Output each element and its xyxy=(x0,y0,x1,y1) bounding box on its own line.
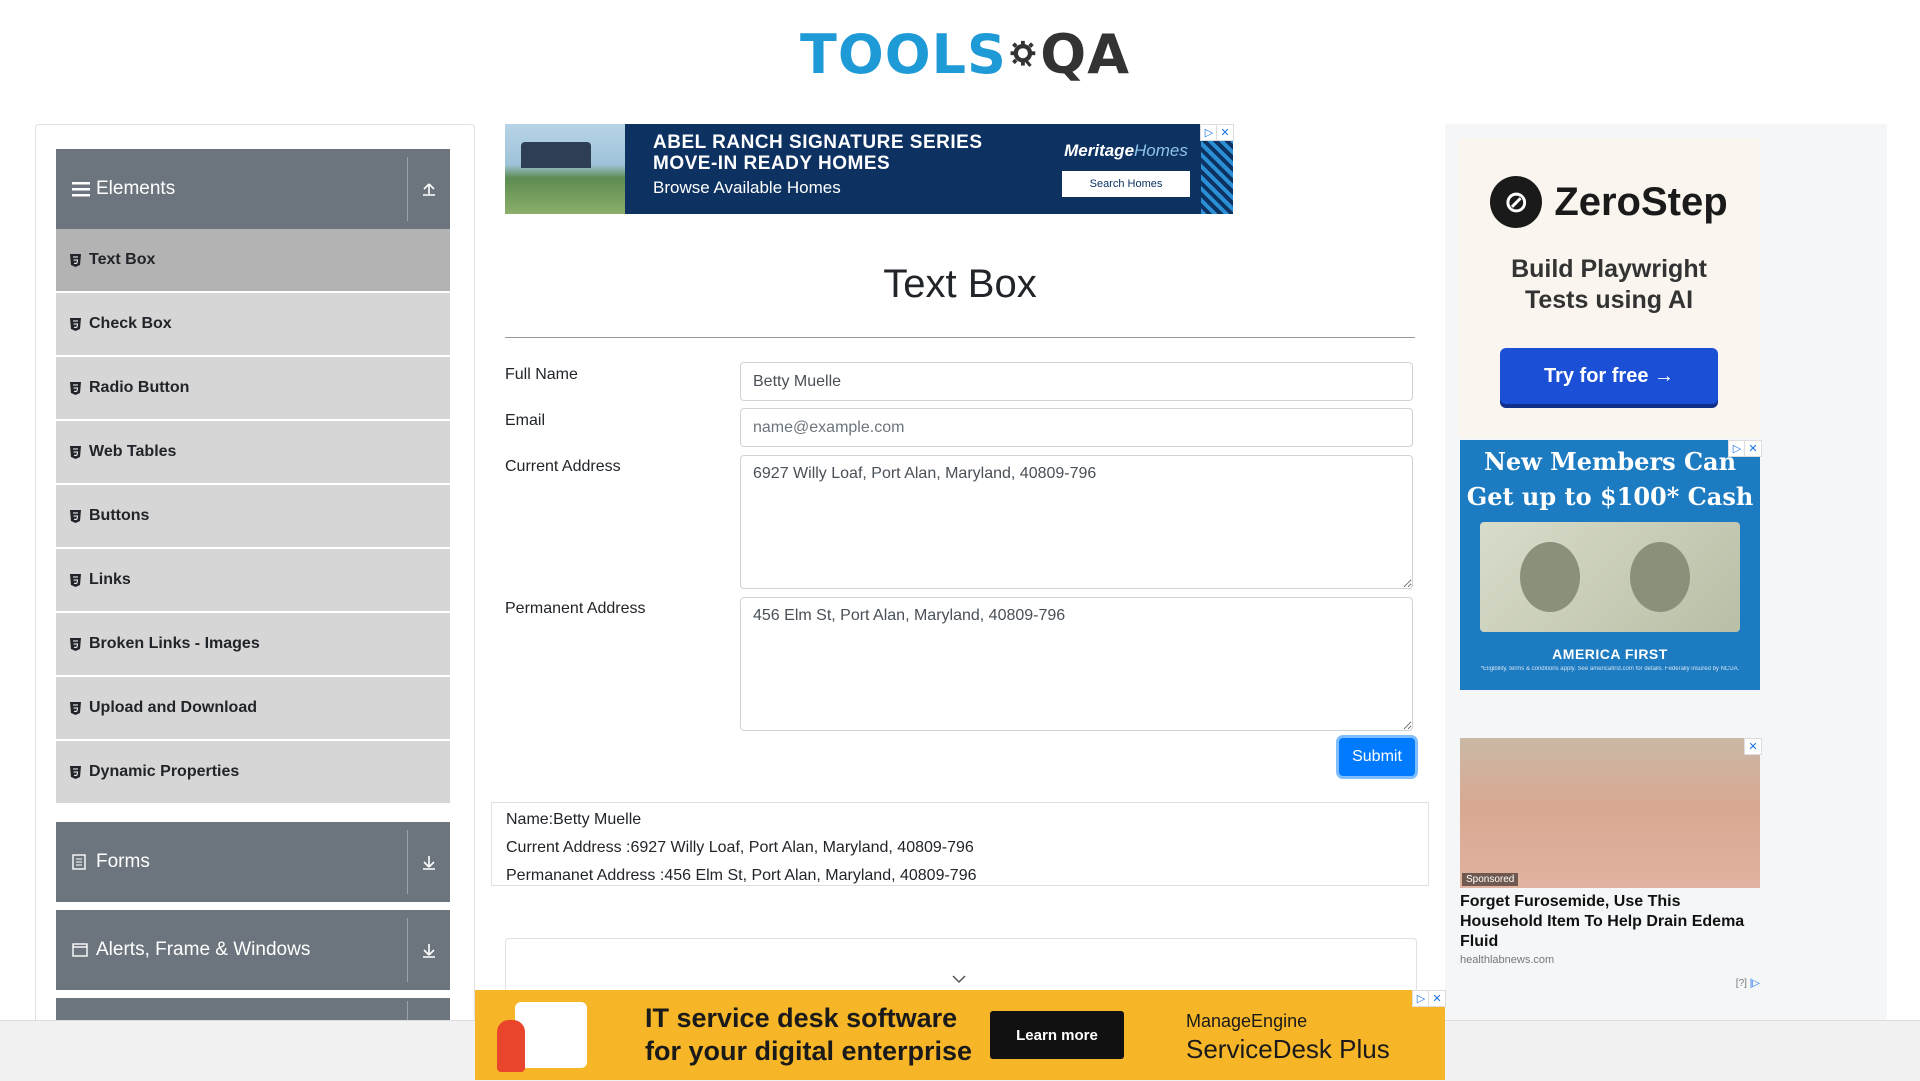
group-header-forms[interactable]: Forms xyxy=(56,822,450,902)
logo-qa-text: QA xyxy=(1040,22,1130,86)
sponsored-label: Sponsored xyxy=(1462,873,1519,886)
permanent-address-textarea[interactable]: 456 Elm St, Port Alan, Maryland, 40809-7… xyxy=(740,597,1413,731)
title-divider xyxy=(505,337,1415,338)
ad-brand: MeritageHomes xyxy=(1064,141,1188,160)
output-permanent-address: Permananet Address :456 Elm St, Port Ala… xyxy=(506,867,977,884)
sidebar-item-text-box[interactable]: Text Box xyxy=(56,229,450,293)
bottom-ad-headline-2: for your digital enterprise xyxy=(645,1036,973,1066)
form-icon xyxy=(72,854,92,870)
hamburger-icon xyxy=(72,181,92,197)
zerostep-tagline-2: Tests using AI xyxy=(1524,286,1694,314)
cu-headline-1: New Members Can xyxy=(1483,447,1737,476)
html5-icon xyxy=(70,253,82,267)
cu-fine-print: *Eligibility, terms & conditions apply. … xyxy=(1480,666,1740,672)
html5-icon xyxy=(70,381,82,395)
bottom-ad-headline-1: IT service desk software xyxy=(645,1003,958,1033)
credit-union-ad[interactable]: New Members Can Get up to $100* Cash AME… xyxy=(1460,440,1760,690)
html5-icon xyxy=(70,765,82,779)
zerostep-ad[interactable]: ⊘ ZeroStep Build Playwright Tests using … xyxy=(1458,138,1760,438)
close-ad-icon[interactable]: ✕ xyxy=(1428,990,1446,1007)
page-title: Text Box xyxy=(883,262,1037,306)
gear-icon xyxy=(1010,40,1036,68)
sidebar-item-broken-links[interactable]: Broken Links - Images xyxy=(56,613,450,677)
html5-icon xyxy=(70,445,82,459)
ad-line-2: MOVE-IN READY HOMES xyxy=(653,153,891,174)
html5-icon xyxy=(70,573,82,587)
output-name: Name:Betty Muelle xyxy=(506,811,642,828)
group-label-alerts: Alerts, Frame & Windows xyxy=(96,939,311,960)
sidebar-item-label: Dynamic Properties xyxy=(89,763,240,780)
sidebar-item-links[interactable]: Links xyxy=(56,549,450,613)
adchoices-icon: |▷ xyxy=(1749,978,1760,989)
sidebar-item-web-tables[interactable]: Web Tables xyxy=(56,421,450,485)
bottom-ad-brand-1: ManageEngine xyxy=(1186,1011,1308,1031)
sidebar-item-label: Buttons xyxy=(89,507,150,524)
bottom-ad-brand-2: ServiceDesk Plus xyxy=(1186,1034,1390,1064)
close-ad-icon[interactable]: ✕ xyxy=(1216,124,1234,141)
left-panel: Elements Text Box Check Box Radio Button… xyxy=(35,124,475,1028)
native-ad-image: Sponsored xyxy=(1460,738,1760,888)
sidebar-item-upload-download[interactable]: Upload and Download xyxy=(56,677,450,741)
try-for-free-button[interactable]: Try for free → xyxy=(1500,348,1718,404)
html5-icon xyxy=(70,701,82,715)
sidebar-item-label: Text Box xyxy=(89,251,156,268)
ad-illustration xyxy=(475,990,605,1080)
ad-photo xyxy=(505,124,625,214)
group-header-alerts[interactable]: Alerts, Frame & Windows xyxy=(56,910,450,990)
logo-tools-text: TOOLS xyxy=(800,22,1007,86)
bottom-ad-banner[interactable]: IT service desk software for your digita… xyxy=(475,990,1445,1080)
cu-brand: AMERICA FIRST xyxy=(1552,646,1668,662)
native-ad[interactable]: Sponsored Forget Furosemide, Use This Ho… xyxy=(1460,738,1760,989)
cu-headline-2: Get up to $100* Cash xyxy=(1466,482,1754,511)
ad-info-link[interactable]: [?] |▷ xyxy=(1736,978,1760,989)
sidebar-item-check-box[interactable]: Check Box xyxy=(56,293,450,357)
expand-down-icon[interactable] xyxy=(408,942,450,958)
ad-search-homes-button[interactable]: Search Homes xyxy=(1061,171,1191,197)
native-ad-source: healthlabnews.com xyxy=(1460,954,1555,966)
output-panel: Name:Betty Muelle Current Address :6927 … xyxy=(491,802,1429,886)
top-ad-banner[interactable]: ABEL RANCH SIGNATURE SERIES MOVE-IN READ… xyxy=(505,124,1233,214)
html5-icon xyxy=(70,317,82,331)
full-name-label: Full Name xyxy=(505,366,578,383)
html5-icon xyxy=(70,637,82,651)
expand-down-icon[interactable] xyxy=(408,854,450,870)
html5-icon xyxy=(70,509,82,523)
zerostep-brand: ⊘ ZeroStep xyxy=(1458,176,1760,228)
zerostep-tagline-1: Build Playwright xyxy=(1511,255,1707,283)
toolsqa-logo[interactable]: TOOLS QA xyxy=(800,14,1130,94)
group-header-elements[interactable]: Elements xyxy=(56,149,450,229)
sidebar-item-label: Web Tables xyxy=(89,443,177,460)
email-label: Email xyxy=(505,412,546,429)
sidebar-item-dynamic-properties[interactable]: Dynamic Properties xyxy=(56,741,450,805)
permanent-address-label: Permanent Address xyxy=(505,600,646,617)
current-address-label: Current Address xyxy=(505,458,621,475)
sidebar-item-label: Check Box xyxy=(89,315,172,332)
close-ad-icon[interactable]: ✕ xyxy=(1744,440,1762,457)
sidebar-item-label: Upload and Download xyxy=(89,699,257,716)
chevron-down-icon[interactable] xyxy=(951,974,967,984)
sidebar-item-label: Radio Button xyxy=(89,379,190,396)
close-ad-icon[interactable]: ✕ xyxy=(1744,738,1762,755)
sidebar-item-buttons[interactable]: Buttons xyxy=(56,485,450,549)
collapse-up-icon[interactable] xyxy=(408,181,450,197)
native-ad-headline[interactable]: Forget Furosemide, Use This Household It… xyxy=(1460,892,1760,952)
output-current-address: Current Address :6927 Willy Loaf, Port A… xyxy=(506,839,974,856)
money-image xyxy=(1480,522,1740,632)
full-name-input[interactable] xyxy=(740,362,1413,401)
group-label-elements: Elements xyxy=(96,178,176,199)
window-icon xyxy=(72,943,92,957)
sidebar-item-radio-button[interactable]: Radio Button xyxy=(56,357,450,421)
sidebar-item-label: Broken Links - Images xyxy=(89,635,260,652)
group-label-forms: Forms xyxy=(96,851,150,872)
email-input[interactable] xyxy=(740,408,1413,447)
ad-line-3: Browse Available Homes xyxy=(653,178,841,197)
sidebar-item-label: Links xyxy=(89,571,131,588)
submit-button[interactable]: Submit xyxy=(1339,738,1415,776)
ad-line-1: ABEL RANCH SIGNATURE SERIES xyxy=(653,132,983,153)
learn-more-button[interactable]: Learn more xyxy=(990,1011,1124,1059)
current-address-textarea[interactable]: 6927 Willy Loaf, Port Alan, Maryland, 40… xyxy=(740,455,1413,589)
zerostep-logo-icon: ⊘ xyxy=(1490,176,1543,228)
